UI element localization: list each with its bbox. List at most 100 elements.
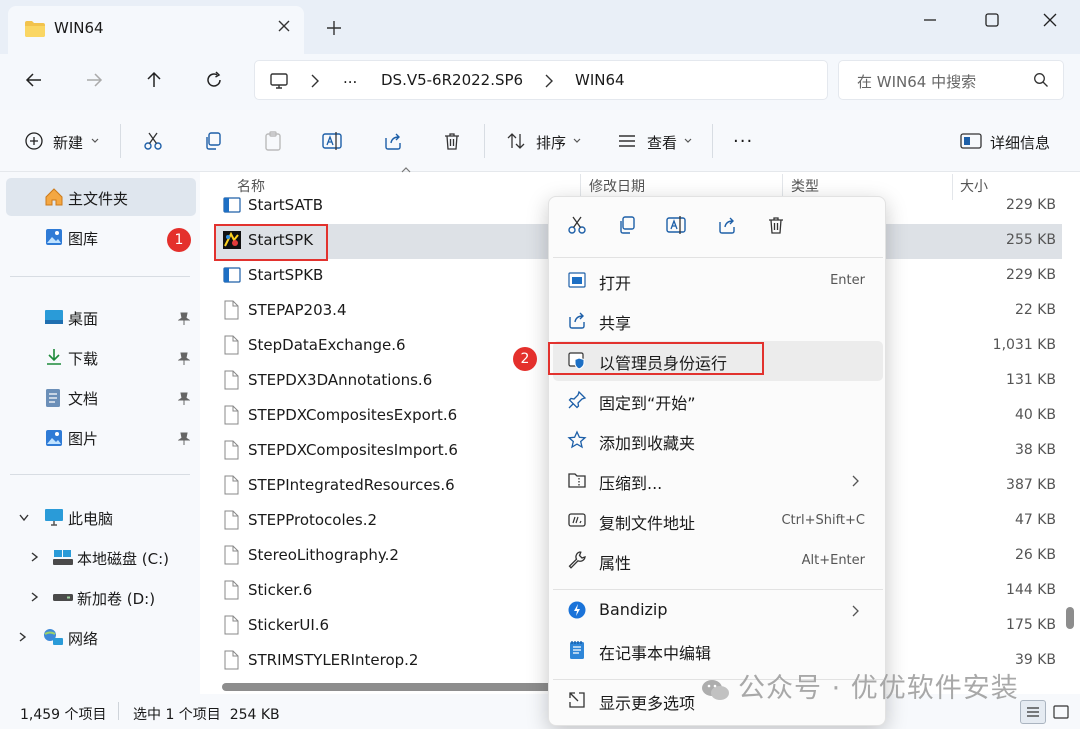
status-divider [118, 702, 119, 720]
cut-icon[interactable] [143, 131, 163, 151]
close-window-button[interactable] [1040, 10, 1060, 30]
maximize-button[interactable] [982, 10, 1002, 30]
view-icon[interactable] [617, 131, 637, 151]
file-icon [222, 475, 240, 495]
chevron-right-icon [543, 73, 555, 89]
drive-c-icon [52, 549, 74, 567]
cut-icon[interactable] [567, 215, 587, 235]
step-marker-2: 2 [513, 347, 537, 371]
file-size: 255 KB [1006, 232, 1056, 248]
delete-icon[interactable] [442, 131, 462, 151]
sidebar-divider [10, 474, 190, 475]
search-icon[interactable] [1033, 72, 1049, 88]
address-bar[interactable]: ... DS.V5-6R2022.SP6 WIN64 [254, 60, 828, 100]
delete-icon[interactable] [766, 215, 786, 235]
file-name: STEPIntegratedResources.6 [248, 476, 455, 494]
tab-win64[interactable]: WIN64 [8, 6, 304, 54]
copy-icon[interactable] [203, 131, 223, 151]
search-box[interactable]: 在 WIN64 中搜索 [838, 60, 1064, 100]
rename-icon[interactable] [666, 215, 688, 235]
file-icon [222, 510, 240, 530]
menu-label: 添加到收藏夹 [599, 434, 696, 453]
network-icon [42, 627, 64, 647]
close-icon[interactable] [276, 18, 292, 34]
sidebar-item-desktop[interactable]: 桌面 [0, 298, 200, 338]
file-icon [222, 300, 240, 320]
file-size: 26 KB [1014, 547, 1056, 563]
sidebar-item-this-pc[interactable]: 此电脑 [0, 498, 200, 538]
rename-icon[interactable] [322, 131, 344, 151]
highlight-box-run-as-admin [548, 342, 764, 375]
chevron-right-icon[interactable] [30, 591, 40, 603]
toolbar-divider [484, 124, 485, 158]
sidebar-label: 图库 [68, 230, 99, 248]
details-button[interactable]: 详细信息 [990, 132, 1050, 153]
breadcrumb-item[interactable]: DS.V5-6R2022.SP6 [381, 71, 523, 89]
sidebar-item-drive-d[interactable]: 新加卷 (D:) [0, 578, 200, 618]
sidebar-label: 新加卷 (D:) [77, 590, 156, 608]
menu-item-properties[interactable]: 属性 Alt+Enter [553, 541, 883, 581]
vertical-scrollbar[interactable] [1066, 607, 1074, 629]
sidebar-label: 主文件夹 [68, 190, 129, 208]
minimize-button[interactable] [920, 10, 940, 30]
sidebar-label: 下载 [68, 350, 99, 368]
file-name: Sticker.6 [248, 581, 313, 599]
share-icon[interactable] [383, 131, 403, 151]
sidebar-divider [10, 276, 190, 277]
refresh-button[interactable] [204, 70, 224, 90]
chevron-down-icon[interactable] [18, 513, 30, 523]
menu-item-share[interactable]: 共享 [553, 301, 883, 341]
breadcrumb-item[interactable]: WIN64 [575, 71, 625, 89]
sidebar-item-network[interactable]: 网络 [0, 618, 200, 658]
menu-item-pin-to-start[interactable]: 固定到“开始” [553, 381, 883, 421]
back-button[interactable] [24, 70, 44, 90]
menu-item-bandizip[interactable]: Bandizip [553, 591, 883, 631]
new-button[interactable]: 新建 [53, 132, 83, 153]
tiles-view-toggle[interactable] [1052, 704, 1070, 720]
desktop-icon [44, 308, 64, 326]
up-button[interactable] [144, 70, 164, 90]
details-view-toggle[interactable] [1020, 700, 1046, 724]
gallery-icon [44, 227, 64, 247]
app-window-icon [222, 195, 242, 215]
highlight-box-file [214, 224, 328, 261]
open-app-icon [567, 270, 587, 290]
view-button[interactable]: 查看 [647, 132, 677, 153]
more-button[interactable]: ... [733, 126, 753, 147]
copy-path-icon [567, 510, 587, 530]
sidebar-label: 图片 [68, 430, 99, 448]
menu-item-add-to-favorites[interactable]: 添加到收藏夹 [553, 421, 883, 461]
sidebar-item-downloads[interactable]: 下载 [0, 338, 200, 378]
chevron-right-icon[interactable] [30, 551, 40, 563]
star-icon [567, 430, 587, 450]
sidebar-item-home[interactable]: 主文件夹 [0, 178, 200, 218]
item-count: 1,459 个项目 [20, 707, 107, 723]
paste-icon[interactable] [263, 131, 283, 151]
chevron-right-icon[interactable] [18, 631, 28, 643]
file-name: STEPAP203.4 [248, 301, 347, 319]
navigation-pane: 主文件夹 图库 桌面 下载 文档 图片 此电脑 本地磁盘 (C:) 新加卷 (D… [0, 172, 200, 694]
new-tab-button[interactable] [326, 20, 342, 36]
sidebar-label: 文档 [68, 390, 99, 408]
menu-item-edit-in-notepad[interactable]: 在记事本中编辑 [553, 631, 883, 671]
copy-icon[interactable] [617, 215, 637, 235]
share-icon[interactable] [717, 215, 737, 235]
sidebar-item-drive-c[interactable]: 本地磁盘 (C:) [0, 538, 200, 578]
forward-button[interactable] [84, 70, 104, 90]
new-icon[interactable] [24, 131, 44, 151]
menu-item-open[interactable]: 打开 Enter [553, 261, 883, 301]
menu-item-copy-path[interactable]: 复制文件地址 Ctrl+Shift+C [553, 501, 883, 541]
horizontal-scrollbar[interactable] [222, 683, 552, 691]
menu-item-compress[interactable]: 压缩到... [553, 461, 883, 501]
file-size: 131 KB [1006, 372, 1056, 388]
sort-icon[interactable] [506, 131, 526, 151]
sidebar-item-documents[interactable]: 文档 [0, 378, 200, 418]
file-size: 38 KB [1014, 442, 1056, 458]
breadcrumb-overflow[interactable]: ... [343, 69, 357, 87]
chevron-down-icon [572, 136, 582, 146]
sort-button[interactable]: 排序 [536, 132, 566, 153]
selection-info: 选中 1 个项目 254 KB [133, 707, 280, 723]
pin-icon [178, 352, 190, 366]
sidebar-item-pictures[interactable]: 图片 [0, 418, 200, 458]
details-pane-icon[interactable] [960, 131, 982, 151]
